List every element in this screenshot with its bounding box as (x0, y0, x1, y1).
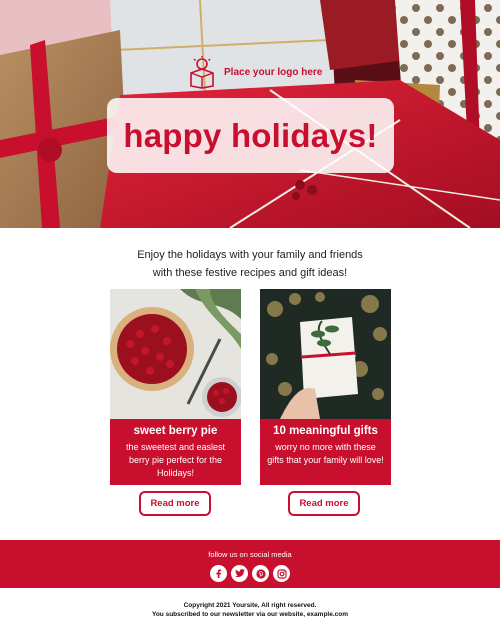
card-description: worry no more with these gifts that your… (267, 442, 384, 465)
instagram-icon[interactable] (273, 565, 290, 582)
read-more-button-gifts[interactable]: Read more (288, 491, 360, 516)
berry-pie-photo[interactable] (110, 289, 241, 419)
card-title: sweet berry pie (133, 425, 218, 437)
facebook-icon[interactable] (210, 565, 227, 582)
card-caption: 10 meaningful gifts worry no more with t… (260, 419, 391, 485)
intro-line-2: with these festive recipes and gift idea… (152, 267, 348, 279)
copyright-text: Copyright 2021 Yoursite, All right reser… (183, 602, 317, 609)
follow-text: follow us on social media (208, 550, 292, 559)
logo[interactable]: Place your logo here (188, 55, 322, 89)
read-more-button-berry-pie[interactable]: Read more (139, 491, 211, 516)
gift-in-hand-photo[interactable] (260, 289, 391, 419)
pinterest-icon[interactable] (252, 565, 269, 582)
gift-bulb-logo-icon (190, 56, 214, 89)
card-title: 10 meaningful gifts (273, 425, 378, 437)
legal-text: Copyright 2021 Yoursite, All right reser… (0, 601, 500, 619)
page-title: happy holidays! (123, 116, 378, 154)
intro-text: Enjoy the holidays with your family and … (0, 246, 500, 282)
twitter-icon[interactable] (231, 565, 248, 582)
intro-line-1: Enjoy the holidays with your family and … (137, 249, 363, 261)
title-card: happy holidays! (107, 98, 394, 173)
footer: follow us on social media (0, 540, 500, 588)
social-links (0, 565, 500, 582)
hero-banner: Place your logo here happy holidays! (0, 0, 500, 228)
article-card-gifts: 10 meaningful gifts worry no more with t… (260, 289, 391, 485)
article-card-berry-pie: sweet berry pie the sweetest and easlest… (110, 289, 241, 485)
card-description: the sweetest and easlest berry pie perfe… (125, 442, 226, 478)
logo-text: Place your logo here (224, 66, 323, 78)
subscription-notice: You subscribed to our newsletter via our… (151, 611, 348, 618)
card-caption: sweet berry pie the sweetest and easlest… (110, 419, 241, 485)
